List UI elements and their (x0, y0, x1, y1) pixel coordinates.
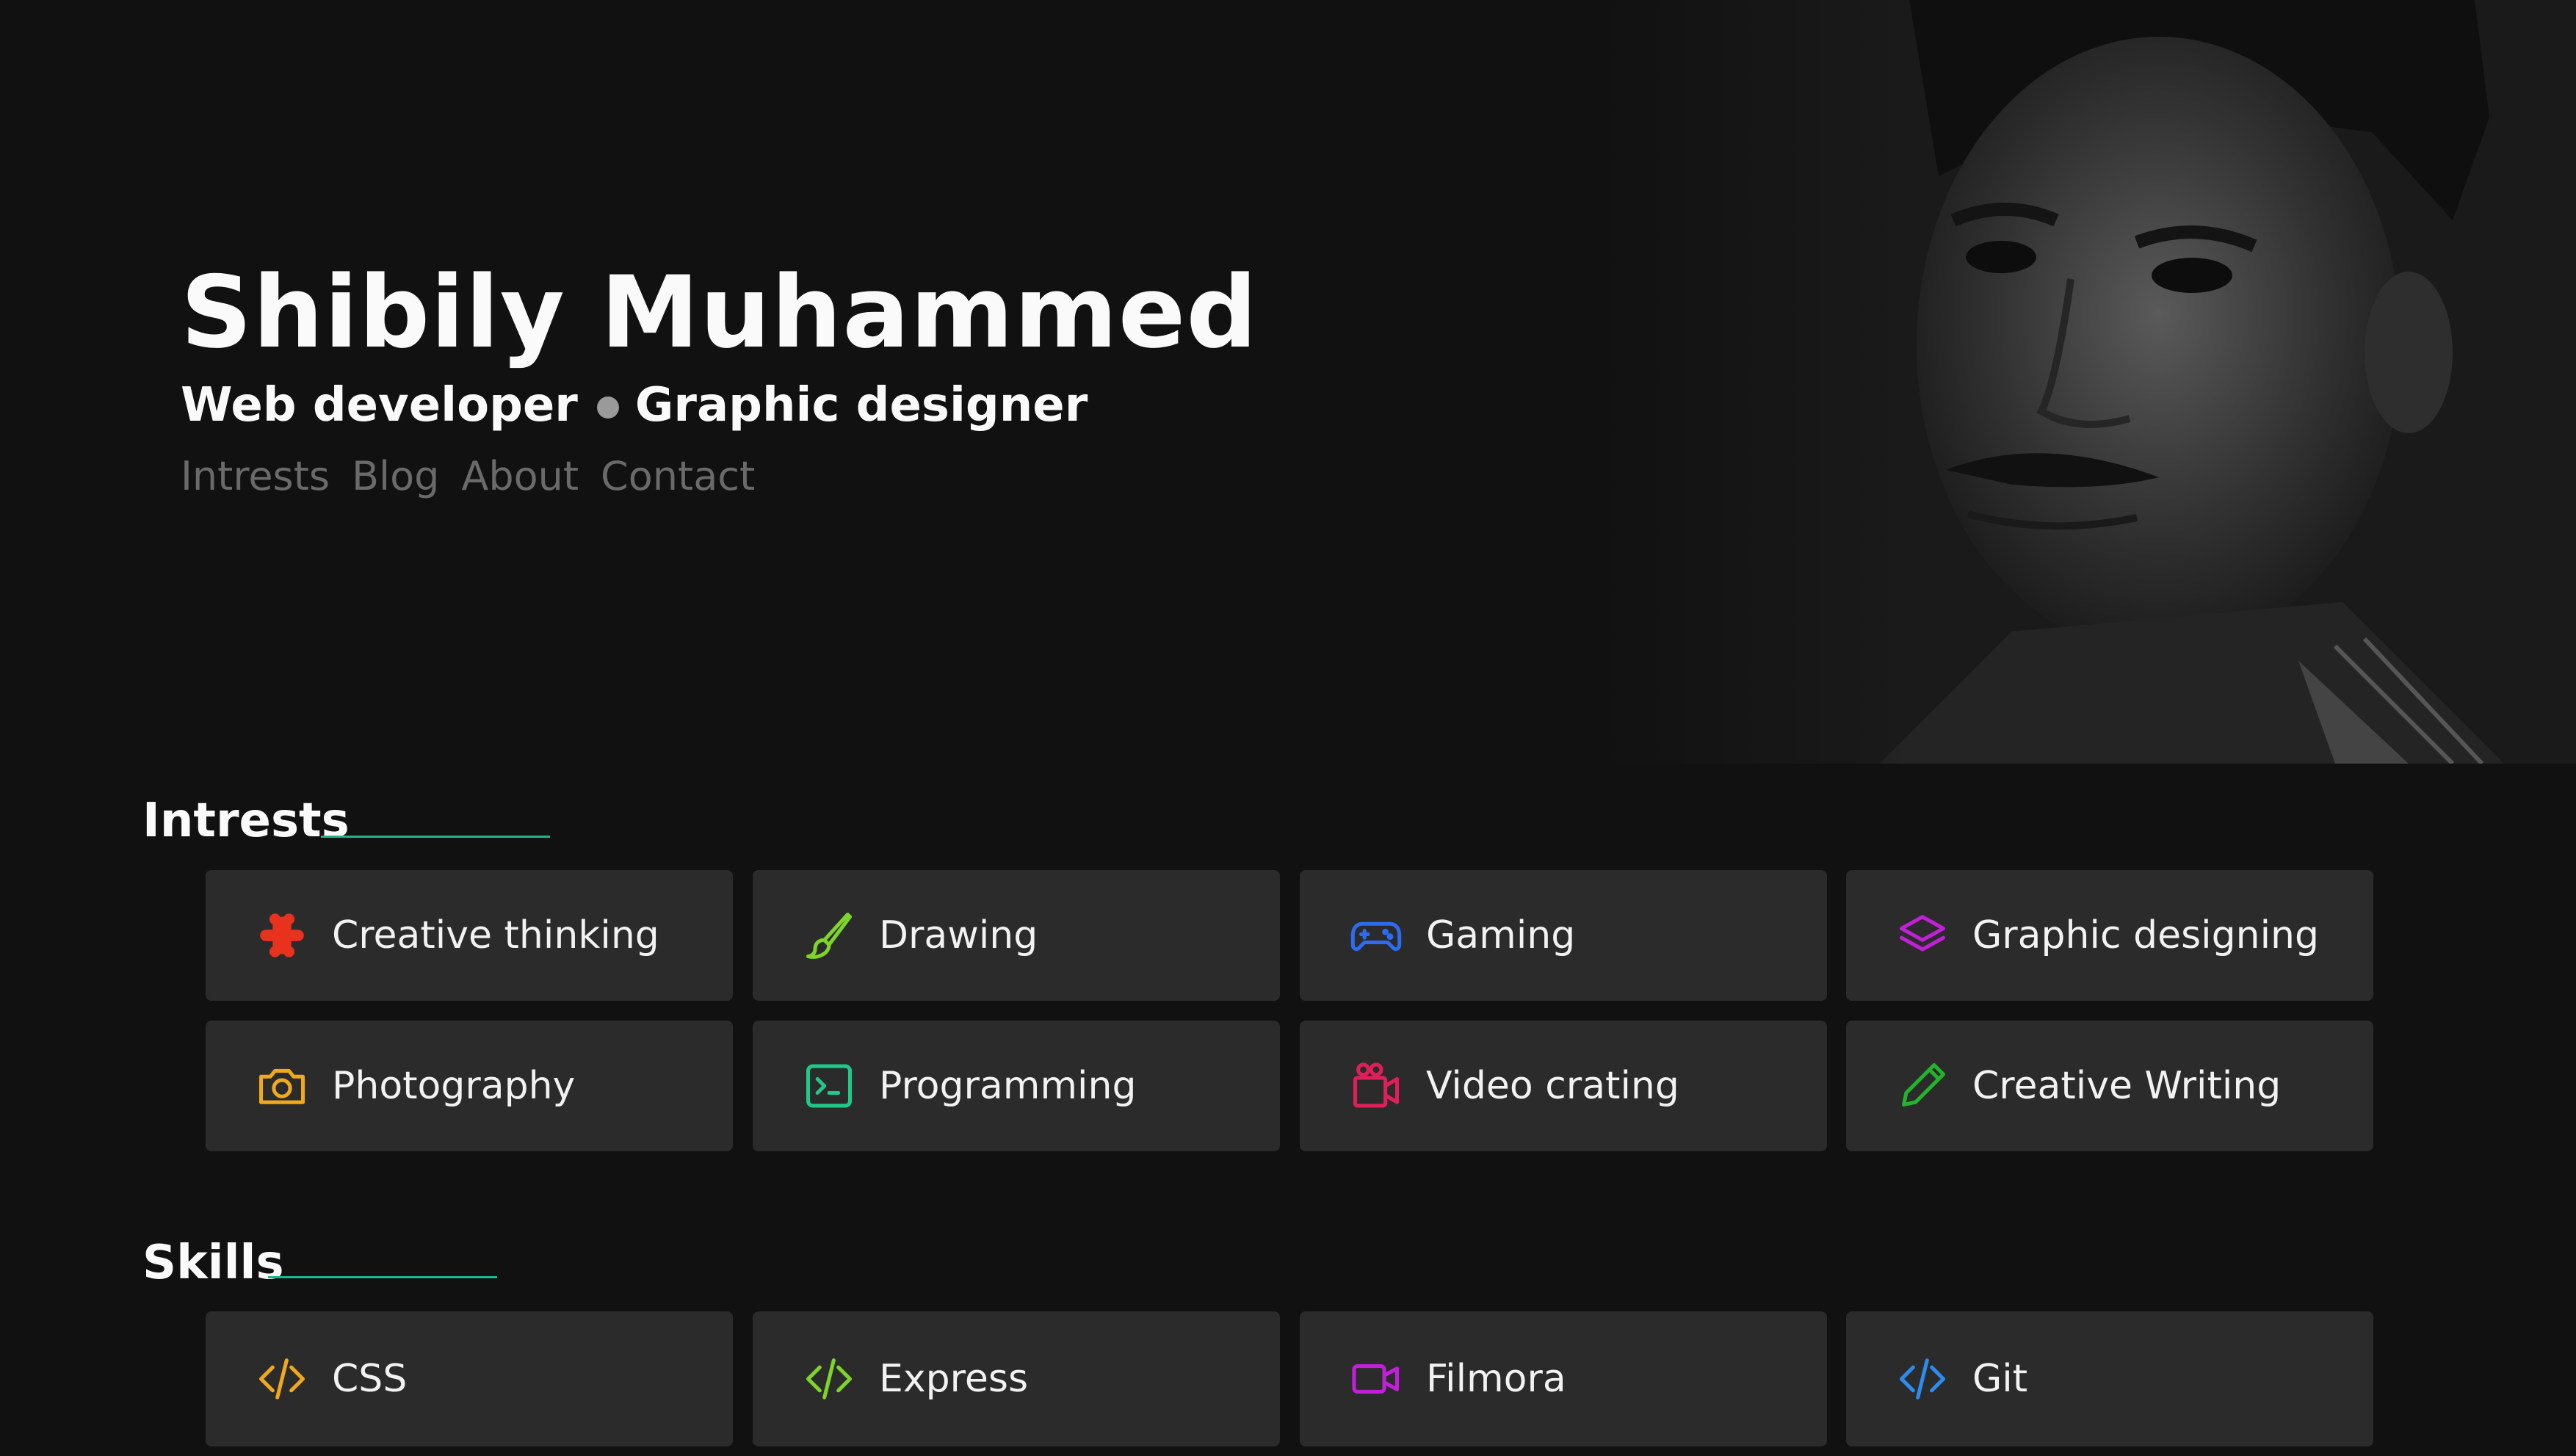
video-icon (1348, 1351, 1404, 1407)
main-nav: Intrests Blog About Contact (181, 457, 755, 496)
nav-link-intrests[interactable]: Intrests (181, 457, 330, 496)
terminal-icon (801, 1058, 857, 1114)
interest-card-gaming[interactable]: Gaming (1300, 870, 1827, 1001)
skill-label: Express (879, 1357, 1029, 1401)
portrait-image (1601, 0, 2576, 764)
interest-card-creative-writing[interactable]: Creative Writing (1846, 1021, 2373, 1151)
interest-card-graphic-designing[interactable]: Graphic designing (1846, 870, 2373, 1001)
skills-underline (268, 1276, 497, 1278)
interest-label: Creative thinking (332, 913, 659, 957)
role-primary: Web developer (181, 378, 578, 432)
interest-label: Video crating (1426, 1064, 1679, 1108)
skill-label: Filmora (1426, 1357, 1566, 1401)
interest-card-programming[interactable]: Programming (753, 1021, 1280, 1151)
skill-label: CSS (332, 1357, 408, 1401)
skill-card-css[interactable]: CSS (206, 1311, 733, 1446)
interests-underline (321, 836, 550, 838)
creative-thinking-icon (254, 908, 310, 963)
nav-link-about[interactable]: About (461, 457, 579, 496)
separator-dot (596, 396, 619, 419)
code-icon (801, 1351, 857, 1407)
skill-card-filmora[interactable]: Filmora (1300, 1311, 1827, 1446)
skill-card-git[interactable]: Git (1846, 1311, 2373, 1446)
interest-card-video-crating[interactable]: Video crating (1300, 1021, 1827, 1151)
role-secondary: Graphic designer (634, 378, 1088, 432)
interest-card-photography[interactable]: Photography (206, 1021, 733, 1151)
pen-icon (1895, 1058, 1950, 1114)
hero-section: Shibily Muhammed Web developer Graphic de… (0, 0, 2576, 764)
interest-card-creative-thinking[interactable]: Creative thinking (206, 870, 733, 1001)
nav-link-contact[interactable]: Contact (601, 457, 755, 496)
interest-label: Gaming (1426, 913, 1576, 957)
interest-label: Drawing (879, 913, 1038, 957)
interest-label: Creative Writing (1972, 1064, 2282, 1108)
skill-card-express[interactable]: Express (753, 1311, 1280, 1446)
page-title: Shibily Muhammed (181, 255, 1258, 370)
interest-card-drawing[interactable]: Drawing (753, 870, 1280, 1001)
interests-heading: Intrests (142, 794, 350, 848)
layers-icon (1895, 908, 1950, 963)
role-subtitle: Web developer Graphic designer (181, 382, 1088, 429)
nav-link-blog[interactable]: Blog (352, 457, 439, 496)
interest-label: Programming (879, 1064, 1137, 1108)
interest-label: Photography (332, 1064, 576, 1108)
code-icon (254, 1351, 310, 1407)
code-icon (1895, 1351, 1950, 1407)
brush-icon (801, 908, 857, 963)
skills-heading: Skills (142, 1236, 284, 1290)
camera-icon (254, 1058, 310, 1114)
skill-label: Git (1972, 1357, 2028, 1401)
gamepad-icon (1348, 908, 1404, 963)
video-camera-icon (1348, 1058, 1404, 1114)
interest-label: Graphic designing (1972, 913, 2319, 957)
